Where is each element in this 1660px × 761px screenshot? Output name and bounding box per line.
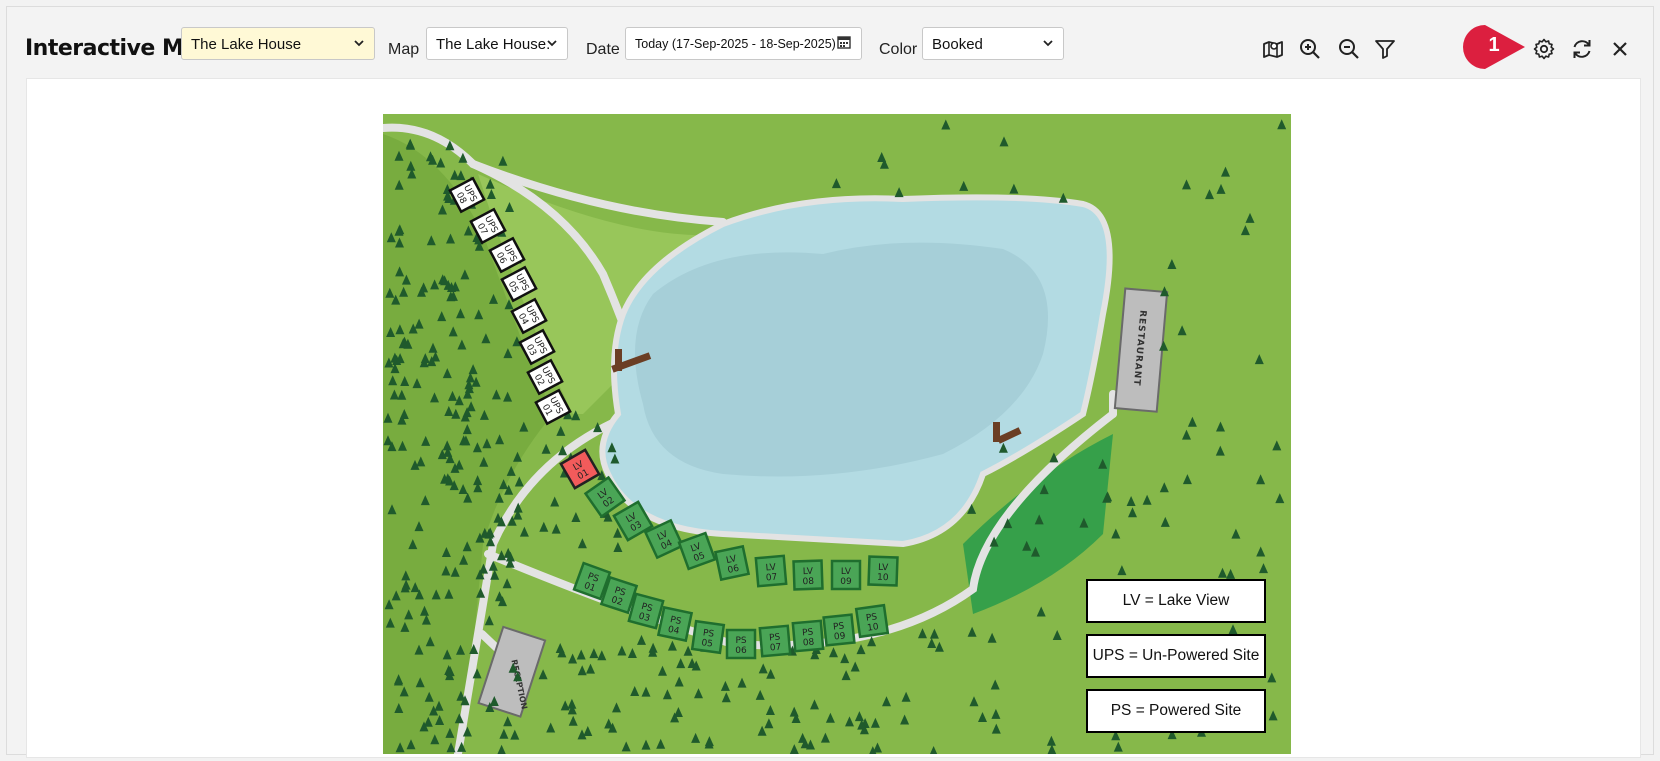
- step-marker-number: 1: [1488, 34, 1500, 56]
- campsite-label: LV: [803, 567, 814, 577]
- campsite-ps-06[interactable]: PS06: [725, 628, 757, 660]
- chevron-down-icon: [547, 40, 557, 47]
- campsite-label: 05: [701, 638, 714, 649]
- campsite-label: 07: [769, 642, 781, 653]
- campsite-lv-06[interactable]: LV06: [713, 544, 751, 582]
- zoom-out-icon[interactable]: [1337, 37, 1361, 61]
- restaurant-building: RESTAURANT: [1113, 287, 1169, 413]
- campsite-lv-07[interactable]: LV07: [754, 554, 788, 588]
- refresh-icon[interactable]: [1570, 37, 1594, 61]
- map-icon[interactable]: [1261, 37, 1285, 61]
- campsite-ps-05[interactable]: PS05: [690, 619, 726, 655]
- campsite-label: LV: [841, 567, 852, 577]
- campsite-ps-08[interactable]: PS08: [791, 619, 825, 653]
- legend-item: UPS = Un-Powered Site: [1086, 634, 1266, 678]
- property-select-value: The Lake House: [191, 36, 302, 53]
- date-field-value: Today (17-Sep-2025 - 18-Sep-2025): [635, 37, 836, 51]
- date-field[interactable]: Today (17-Sep-2025 - 18-Sep-2025): [625, 27, 862, 60]
- campsite-lv-09[interactable]: LV09: [830, 559, 862, 591]
- campsite-label: 09: [840, 577, 852, 587]
- zoom-in-icon[interactable]: [1298, 37, 1322, 61]
- map-select-value: The Lake House.: [436, 36, 551, 53]
- gear-icon[interactable]: [1532, 37, 1556, 61]
- campsite-ps-09[interactable]: PS09: [822, 613, 856, 647]
- campsite-ps-03[interactable]: PS03: [627, 592, 665, 630]
- campsite-label: 10: [867, 622, 880, 634]
- toolbar: Interactive Map The Lake House Map The L…: [7, 7, 1655, 79]
- color-label: Color: [879, 41, 918, 58]
- color-select[interactable]: Booked: [922, 27, 1064, 60]
- property-select[interactable]: The Lake House: [181, 27, 375, 60]
- campsite-ps-07[interactable]: PS07: [758, 624, 792, 658]
- chevron-down-icon: [354, 40, 364, 47]
- campsite-label: 10: [877, 573, 889, 583]
- map-select[interactable]: The Lake House.: [426, 27, 568, 60]
- chevron-down-icon: [1043, 40, 1053, 47]
- campsite-label: 08: [802, 577, 814, 587]
- map-label: Map: [388, 41, 420, 58]
- campsite-label: 07: [765, 572, 777, 583]
- filter-icon[interactable]: [1373, 37, 1397, 61]
- legend-item: PS = Powered Site: [1086, 689, 1266, 733]
- campsite-lv-10[interactable]: LV10: [867, 555, 899, 587]
- campsite-label: 09: [834, 631, 847, 642]
- calendar-icon[interactable]: [837, 35, 851, 49]
- campsite-label: LV: [878, 563, 889, 573]
- campsite-label: 08: [802, 637, 815, 648]
- campsite-ps-04[interactable]: PS04: [656, 605, 694, 643]
- date-label: Date: [586, 41, 620, 58]
- campsite-label: 06: [735, 646, 747, 656]
- legend-item: LV = Lake View: [1086, 579, 1266, 623]
- campsite-label: PS: [735, 636, 746, 646]
- campsite-lv-08[interactable]: LV08: [792, 559, 824, 591]
- color-select-value: Booked: [932, 36, 983, 53]
- close-icon[interactable]: [1608, 37, 1632, 61]
- campsite-ps-10[interactable]: PS10: [854, 603, 890, 639]
